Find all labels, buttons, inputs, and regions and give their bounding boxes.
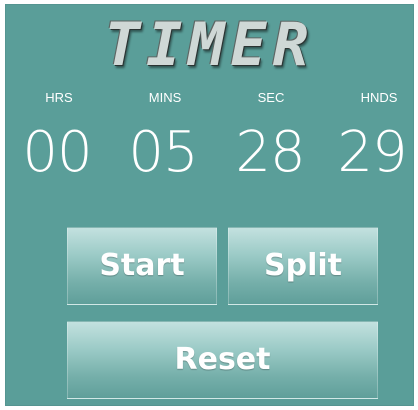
split-button[interactable]: Split — [228, 227, 378, 305]
seconds-value: 28 — [235, 120, 305, 185]
hundredths-label: HNDS — [360, 90, 398, 105]
start-button[interactable]: Start — [67, 227, 217, 305]
timer-panel: TIMER HRS MINS SEC HNDS 00 05 28 29 Star… — [5, 4, 414, 406]
unit-labels: HRS MINS SEC HNDS — [5, 90, 414, 110]
minutes-label: MINS — [148, 90, 182, 105]
hours-value: 00 — [22, 120, 92, 185]
seconds-label: SEC — [257, 90, 285, 105]
time-display: 00 05 28 29 — [5, 120, 414, 190]
reset-button[interactable]: Reset — [67, 321, 378, 399]
hundredths-value: 29 — [337, 120, 407, 185]
minutes-value: 05 — [128, 120, 198, 185]
hours-label: HRS — [45, 90, 73, 105]
app-title: TIMER — [104, 10, 315, 80]
